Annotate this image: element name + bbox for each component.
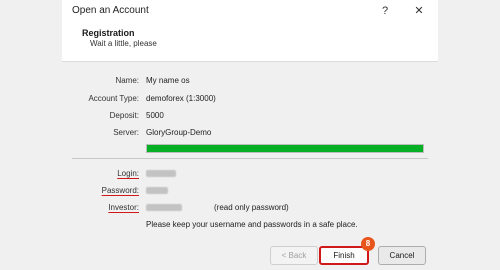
window-title: Open an Account [72, 5, 149, 16]
name-value: My name os [146, 76, 190, 85]
page-subtitle: Wait a little, please [90, 39, 157, 48]
progress-fill [147, 145, 423, 152]
account-type-label: Account Type: [88, 94, 139, 103]
back-button[interactable]: < Back [270, 246, 318, 265]
divider [72, 158, 428, 159]
name-label: Name: [115, 76, 139, 85]
investor-value-redacted [146, 203, 182, 212]
close-icon[interactable]: ✕ [410, 3, 428, 19]
registration-progress-bar [146, 144, 424, 153]
wizard-body: Name: My name os Account Type: demoforex… [62, 63, 438, 243]
investor-note: (read only password) [214, 203, 289, 212]
help-icon[interactable]: ? [376, 3, 394, 19]
safe-place-note: Please keep your username and passwords … [146, 220, 358, 229]
cancel-button[interactable]: Cancel [378, 246, 426, 265]
open-account-dialog: Open an Account ? ✕ Registration Wait a … [0, 0, 500, 270]
password-value-redacted [146, 186, 168, 195]
login-value-redacted [146, 169, 176, 178]
server-label: Server: [113, 128, 139, 137]
wizard-header: Registration Wait a little, please [62, 22, 438, 62]
server-value: GloryGroup-Demo [146, 128, 212, 137]
wizard-footer: < Back Finish Cancel [62, 243, 438, 270]
finish-button[interactable]: Finish [319, 246, 369, 265]
deposit-value: 5000 [146, 111, 164, 120]
page-title: Registration [82, 28, 135, 38]
account-type-value: demoforex (1:3000) [146, 94, 216, 103]
investor-label: Investor: [108, 203, 139, 212]
password-label: Password: [101, 186, 139, 195]
title-bar: Open an Account ? ✕ [62, 0, 438, 22]
deposit-label: Deposit: [109, 111, 139, 120]
login-label: Login: [117, 169, 139, 178]
step-number-badge: 8 [361, 237, 375, 251]
